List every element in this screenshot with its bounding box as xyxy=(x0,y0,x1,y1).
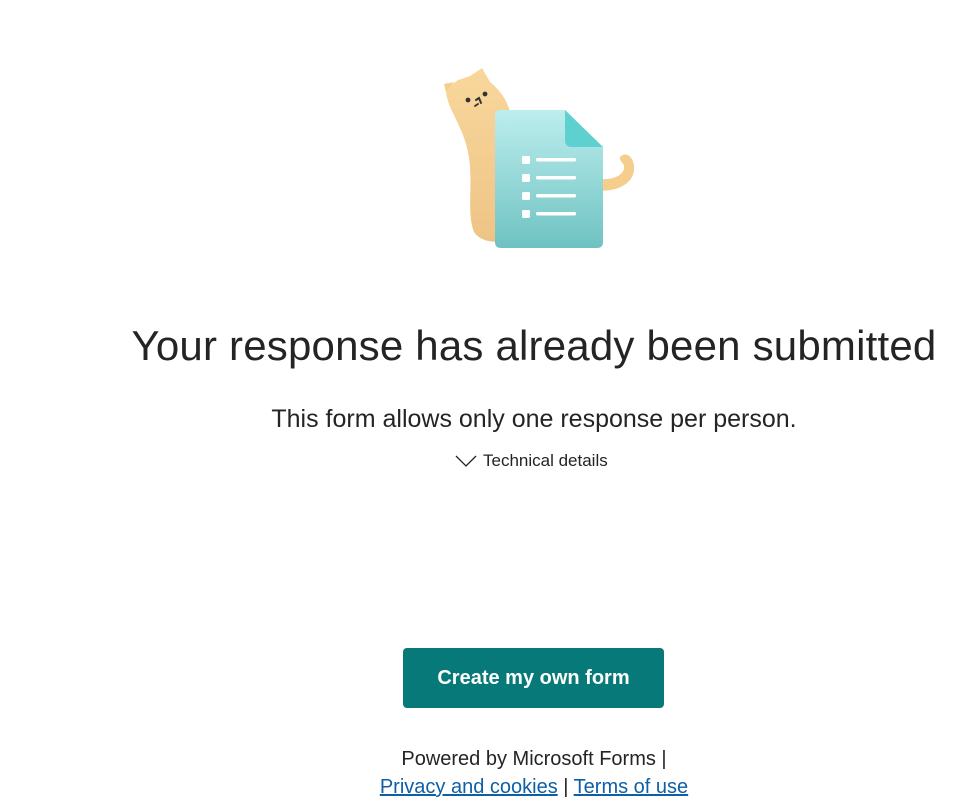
chevron-down-icon xyxy=(454,454,478,468)
footer-links: Privacy and cookies | Terms of use xyxy=(0,776,965,797)
terms-of-use-link[interactable]: Terms of use xyxy=(574,776,688,797)
page-title: Your response has already been submitted xyxy=(131,322,937,369)
create-my-own-form-button[interactable]: Create my own form xyxy=(403,648,664,708)
technical-details-toggle[interactable]: Technical details xyxy=(454,450,608,472)
page: Your response has already been submitted… xyxy=(0,0,965,797)
subtitle-message: This form allows only one response per p… xyxy=(271,405,797,433)
footer-separator: | xyxy=(563,776,569,797)
footer-powered-by: Powered by Microsoft Forms | xyxy=(401,748,667,770)
technical-details-label: Technical details xyxy=(483,451,608,470)
privacy-and-cookies-link[interactable]: Privacy and cookies xyxy=(380,776,558,797)
cat-with-form-icon xyxy=(440,62,650,257)
